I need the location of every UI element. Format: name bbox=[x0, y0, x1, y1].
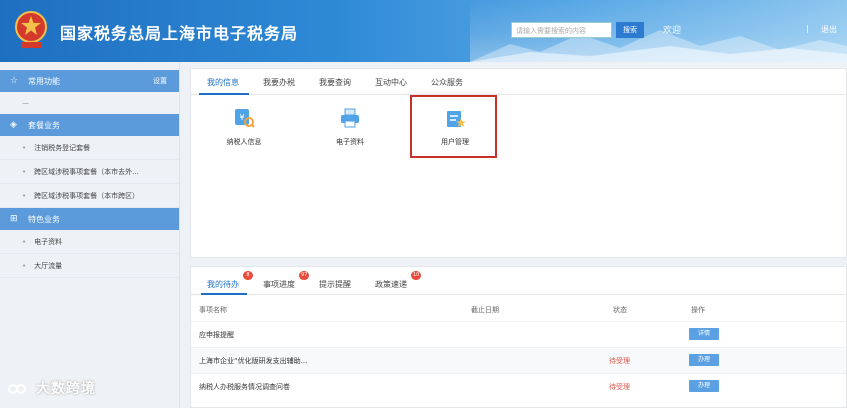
tab-interaction[interactable]: 互动中心 bbox=[375, 77, 407, 88]
bullet-icon: • bbox=[22, 261, 27, 270]
row-status: 待受理 bbox=[609, 357, 630, 365]
welcome-text: 欢迎 bbox=[663, 26, 682, 36]
sidebar-item-e-documents[interactable]: • 电子资料 bbox=[0, 230, 179, 254]
tab-active-underline bbox=[199, 93, 249, 95]
bullet-icon: • bbox=[22, 167, 27, 176]
table-row: 纳税人办税服务情况调查问卷 待受理 办理 bbox=[191, 373, 846, 399]
sidebar-item-label: 跨区域涉税事项套餐（本市去外... bbox=[34, 167, 139, 176]
sidebar-item-hall-traffic[interactable]: • 大厅流量 bbox=[0, 254, 179, 278]
sidebar-item-label: 注销税务登记套餐 bbox=[34, 143, 91, 152]
details-button[interactable]: 详情 bbox=[689, 328, 719, 340]
bullet-icon: • bbox=[22, 191, 27, 200]
settings-link[interactable]: 设置 bbox=[153, 76, 167, 86]
grid-icon: ⊞ bbox=[10, 214, 18, 224]
tab-my-todo[interactable]: 我的待办 bbox=[207, 279, 239, 290]
star-outline-icon: ☆ bbox=[10, 76, 19, 86]
sidebar-empty-placeholder: — bbox=[22, 99, 29, 107]
todo-tabs: 我的待办 8 事项进度 97 提示提醒 政策速递 10 bbox=[191, 267, 846, 295]
tab-reminders[interactable]: 提示提醒 bbox=[319, 279, 351, 290]
sidebar-section-label: 套餐业务 bbox=[28, 120, 60, 130]
tab-progress[interactable]: 事项进度 bbox=[263, 279, 295, 290]
watermark: 大数跨境 bbox=[8, 378, 96, 398]
policy-count-badge: 10 bbox=[411, 271, 422, 280]
header-separator: | bbox=[806, 24, 809, 33]
search-button[interactable]: 搜索 bbox=[616, 22, 644, 38]
top-header: 国家税务总局上海市电子税务局 请输入需要搜索的内容 搜索 欢迎 | 退出 bbox=[0, 0, 847, 62]
tab-query[interactable]: 我要查询 bbox=[319, 77, 351, 88]
package-icon: ◈ bbox=[10, 120, 17, 130]
my-info-panel: 我的信息 我要办税 我要查询 互动中心 公众服务 ¥ 纳税人信息 电子资料 用户 bbox=[190, 68, 847, 258]
tile-label: 电子资料 bbox=[336, 138, 364, 146]
row-item-name: 纳税人办税服务情况调查问卷 bbox=[199, 383, 290, 391]
sidebar-item-deregistration[interactable]: • 注销税务登记套餐 bbox=[0, 136, 179, 160]
sidebar-section-common[interactable]: ☆ 常用功能 设置 bbox=[0, 70, 179, 92]
tab-active-underline bbox=[201, 293, 247, 295]
row-item-name: 应申报提醒 bbox=[199, 331, 234, 339]
sidebar-item-label: 跨区域涉税事项套餐（本市跨区） bbox=[34, 191, 140, 200]
column-header-name: 事项名称 bbox=[199, 306, 227, 314]
sidebar-section-feature[interactable]: ⊞ 特色业务 bbox=[0, 208, 179, 230]
progress-count-badge: 97 bbox=[299, 271, 310, 280]
sidebar-item-label: 电子资料 bbox=[34, 237, 63, 246]
highlight-annotation-box bbox=[410, 95, 497, 158]
sidebar-item-cross-region-in[interactable]: • 跨区域涉税事项套餐（本市跨区） bbox=[0, 184, 179, 208]
tax-emblem-icon bbox=[15, 11, 47, 48]
info-tabs: 我的信息 我要办税 我要查询 互动中心 公众服务 bbox=[191, 69, 846, 95]
sidebar-section-label: 常用功能 bbox=[28, 76, 60, 86]
sidebar-item-cross-region-out[interactable]: • 跨区域涉税事项套餐（本市去外... bbox=[0, 160, 179, 184]
bullet-icon: • bbox=[22, 237, 27, 246]
site-title: 国家税务总局上海市电子税务局 bbox=[60, 24, 299, 43]
todo-count-badge: 8 bbox=[243, 271, 253, 280]
watermark-logo-icon bbox=[8, 384, 26, 394]
column-header-deadline: 截止日期 bbox=[471, 306, 499, 314]
table-row: 应申报提醒 详情 bbox=[191, 321, 846, 347]
process-button[interactable]: 办理 bbox=[689, 380, 719, 392]
tab-public-service[interactable]: 公众服务 bbox=[431, 77, 463, 88]
tab-policy-express[interactable]: 政策速递 bbox=[375, 279, 407, 290]
tab-tax-filing[interactable]: 我要办税 bbox=[263, 77, 295, 88]
tile-label: 纳税人信息 bbox=[226, 138, 262, 146]
row-item-name: 上海市企业“优化版研发支出辅助... bbox=[199, 357, 308, 365]
tile-taxpayer-info[interactable]: ¥ 纳税人信息 bbox=[209, 107, 279, 147]
sidebar-section-package[interactable]: ◈ 套餐业务 bbox=[0, 114, 179, 136]
my-todo-panel: 我的待办 8 事项进度 97 提示提醒 政策速递 10 事项名称 截止日期 状态… bbox=[190, 266, 847, 408]
watermark-text: 大数跨境 bbox=[35, 381, 96, 397]
printer-icon bbox=[341, 108, 359, 128]
column-header-action: 操作 bbox=[691, 306, 705, 314]
sidebar-item-label: 大厅流量 bbox=[34, 261, 63, 270]
row-status: 待受理 bbox=[609, 383, 630, 391]
bullet-icon: • bbox=[22, 143, 27, 152]
sidebar-section-label: 特色业务 bbox=[28, 214, 60, 224]
svg-text:¥: ¥ bbox=[239, 113, 244, 122]
logout-link[interactable]: 退出 bbox=[821, 24, 837, 35]
search-input[interactable]: 请输入需要搜索的内容 bbox=[511, 22, 612, 38]
table-row: 上海市企业“优化版研发支出辅助... 待受理 办理 bbox=[191, 347, 846, 373]
sidebar: ☆ 常用功能 设置 — ◈ 套餐业务 • 注销税务登记套餐 • 跨区域涉税事项套… bbox=[0, 62, 180, 408]
column-header-status: 状态 bbox=[613, 306, 627, 314]
tab-my-info[interactable]: 我的信息 bbox=[207, 77, 239, 88]
taxpayer-info-icon: ¥ bbox=[235, 109, 255, 128]
process-button[interactable]: 办理 bbox=[689, 354, 719, 366]
tile-e-documents[interactable]: 电子资料 bbox=[315, 107, 385, 147]
